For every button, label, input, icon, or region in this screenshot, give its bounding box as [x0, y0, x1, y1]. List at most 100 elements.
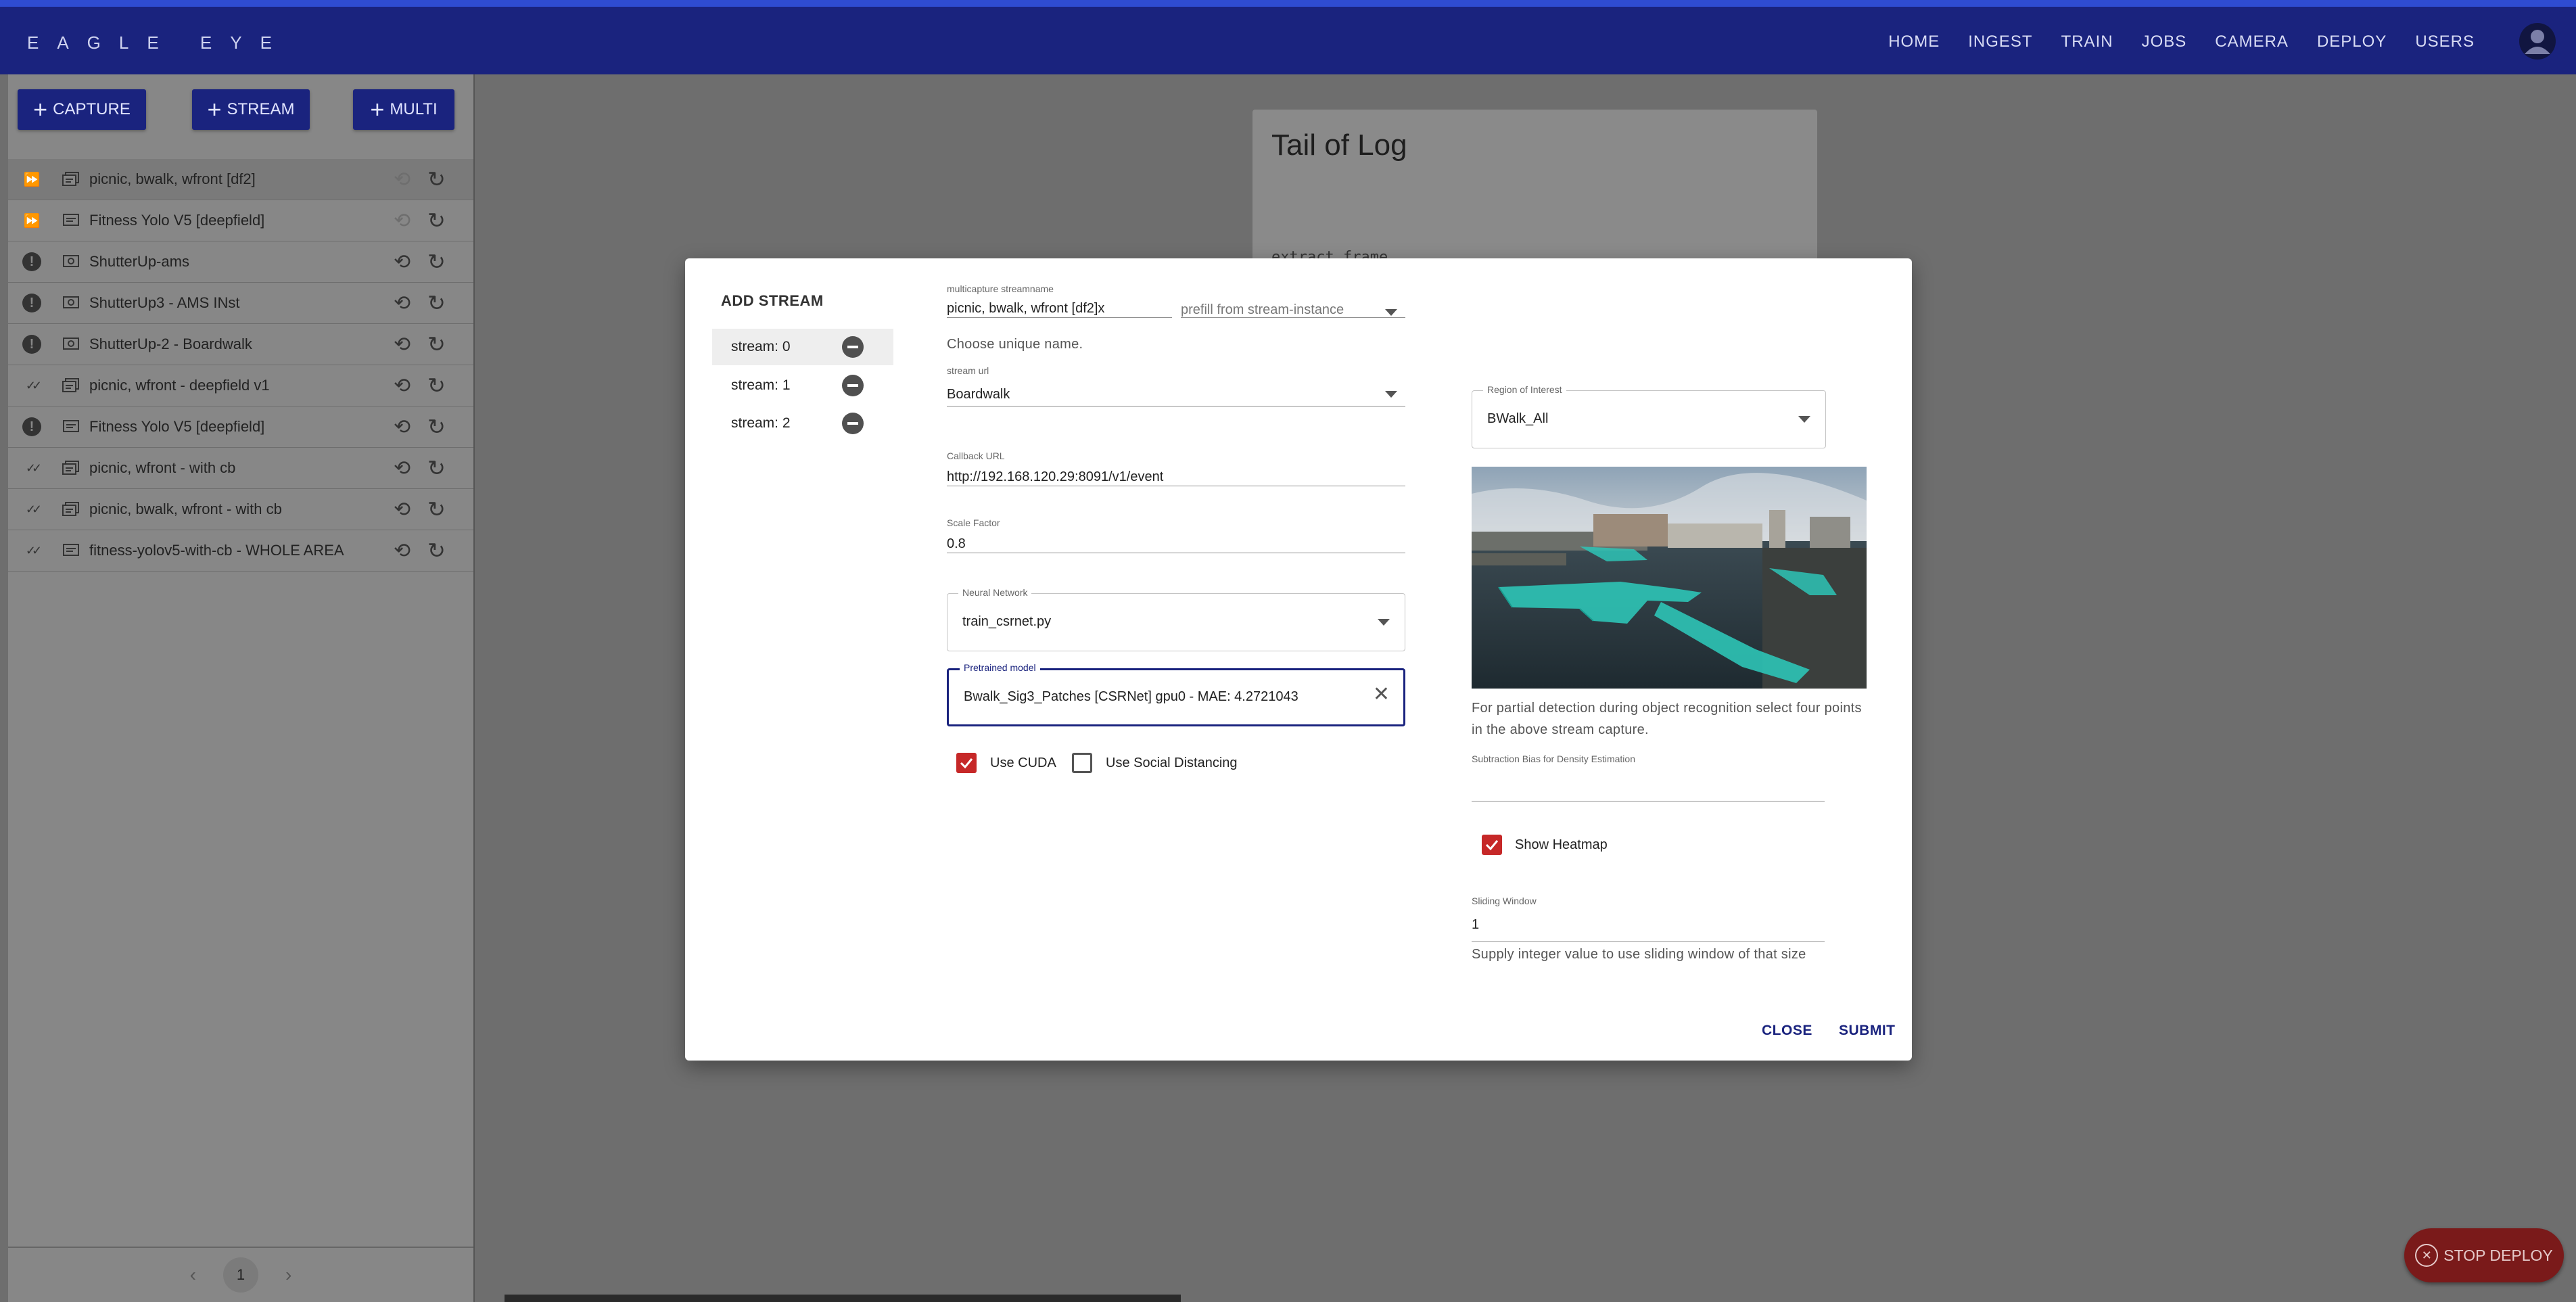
stream-capture-image[interactable]	[1472, 467, 1867, 689]
nav-home[interactable]: HOME	[1888, 32, 1940, 51]
stream-name: Fitness Yolo V5 [deepfield]	[89, 418, 265, 435]
stream-list-item[interactable]: ! Fitness Yolo V5 [deepfield] ⟲ ↻	[8, 406, 473, 448]
stream-list-item[interactable]: ✓✓ picnic, bwalk, wfront - with cb ⟲ ↻	[8, 489, 473, 530]
stream-list-item[interactable]: ! ShutterUp-ams ⟲ ↻	[8, 241, 473, 283]
sync-icon[interactable]: ⟲	[394, 250, 411, 274]
streamname-field[interactable]: multicapture streamname picnic, bwalk, w…	[947, 283, 1172, 318]
sync-icon[interactable]: ⟲	[394, 209, 411, 233]
page-number[interactable]: 1	[223, 1257, 258, 1293]
add-stream-button[interactable]: + STREAM	[192, 89, 310, 130]
refresh-icon[interactable]: ↻	[427, 373, 446, 398]
prefill-select[interactable]: prefill from stream-instance	[1181, 283, 1405, 318]
stream-list-item[interactable]: ✓✓ picnic, wfront - deepfield v1 ⟲ ↻	[8, 365, 473, 406]
multi-stream-icon	[62, 377, 81, 394]
stream-tab-label: stream: 1	[731, 377, 791, 393]
stream-list: ⏩ picnic, bwalk, wfront [df2] ⟲ ↻ ⏩ Fitness Y…	[8, 159, 473, 572]
sliding-window-field[interactable]: Sliding Window 1	[1472, 896, 1825, 942]
subtraction-bias-field[interactable]: Subtraction Bias for Density Estimation	[1472, 753, 1825, 801]
sync-icon[interactable]: ⟲	[394, 168, 411, 191]
stream-list-item[interactable]: ! ShutterUp-2 - Boardwalk ⟲ ↻	[8, 324, 473, 365]
clear-icon[interactable]: ✕	[1373, 682, 1390, 706]
sync-icon[interactable]: ⟲	[394, 374, 411, 398]
sync-icon[interactable]: ⟲	[394, 498, 411, 521]
stream-list-item[interactable]: ⏩ Fitness Yolo V5 [deepfield] ⟲ ↻	[8, 200, 473, 241]
sync-icon[interactable]: ⟲	[394, 333, 411, 356]
sync-icon[interactable]: ⟲	[394, 457, 411, 480]
plus-icon: +	[370, 95, 385, 123]
stream-tab-label: stream: 0	[731, 339, 791, 354]
next-page-icon[interactable]: ›	[285, 1264, 291, 1286]
add-stream-label: STREAM	[227, 100, 295, 118]
stream-url-value: Boardwalk	[947, 387, 1010, 402]
neural-network-value: train_csrnet.py	[962, 614, 1052, 629]
refresh-icon[interactable]: ↻	[427, 414, 446, 440]
nav-ingest[interactable]: INGEST	[1968, 32, 2032, 51]
stream-list-item[interactable]: ✓✓ picnic, wfront - with cb ⟲ ↻	[8, 448, 473, 489]
pretrained-model-field[interactable]: Pretrained model Bwalk_Sig3_Patches [CSR…	[947, 662, 1405, 726]
neural-network-select[interactable]: Neural Network train_csrnet.py	[947, 587, 1405, 651]
stream-name: picnic, wfront - deepfield v1	[89, 377, 270, 394]
scale-factor-field[interactable]: Scale Factor 0.8	[947, 517, 1405, 553]
callback-url-field[interactable]: Callback URL http://192.168.120.29:8091/…	[947, 450, 1405, 486]
nav-users[interactable]: USERS	[2415, 32, 2475, 51]
roi-value: BWalk_All	[1487, 411, 1549, 426]
show-heatmap-checkbox[interactable]	[1482, 835, 1502, 855]
remove-stream-icon[interactable]	[842, 336, 864, 358]
sync-icon[interactable]: ⟲	[394, 415, 411, 439]
stream-tab-2[interactable]: stream: 2	[712, 405, 893, 442]
log-card: Tail of Log extract frame	[1252, 110, 1817, 272]
nav-jobs[interactable]: JOBS	[2142, 32, 2187, 51]
video-preview-strip	[505, 1295, 1181, 1302]
app-logo: EAGLE EYE	[27, 32, 290, 53]
sliding-window-value: 1	[1472, 917, 1480, 932]
nav-train[interactable]: TRAIN	[2061, 32, 2113, 51]
done-all-icon: ✓✓	[25, 502, 42, 516]
sync-icon[interactable]: ⟲	[394, 292, 411, 315]
add-capture-label: CAPTURE	[53, 100, 131, 118]
dropdown-arrow-icon	[1385, 309, 1397, 316]
use-cuda-label: Use CUDA	[990, 755, 1056, 770]
refresh-icon[interactable]: ↻	[427, 166, 446, 192]
dropdown-arrow-icon	[1798, 416, 1810, 423]
sync-icon[interactable]: ⟲	[394, 539, 411, 563]
submit-button[interactable]: SUBMIT	[1839, 1023, 1896, 1039]
multi-stream-icon	[62, 171, 81, 187]
log-title: Tail of Log	[1271, 129, 1407, 162]
add-capture-button[interactable]: + CAPTURE	[18, 89, 146, 130]
stop-deploy-button[interactable]: ✕ STOP DEPLOY	[2404, 1228, 2564, 1282]
pretrained-model-label: Pretrained model	[960, 662, 1040, 673]
prev-page-icon[interactable]: ‹	[190, 1264, 196, 1286]
social-distancing-checkbox[interactable]	[1072, 753, 1092, 773]
add-multi-button[interactable]: + MULTI	[353, 89, 454, 130]
remove-stream-icon[interactable]	[842, 413, 864, 434]
stream-list-item[interactable]: ✓✓ fitness-yolov5-with-cb - WHOLE AREA ⟲ ↻	[8, 530, 473, 572]
error-icon: !	[22, 293, 42, 313]
stream-list-item[interactable]: ! ShutterUp3 - AMS INst ⟲ ↻	[8, 283, 473, 324]
nav-camera[interactable]: CAMERA	[2215, 32, 2289, 51]
stream-tab-0[interactable]: stream: 0	[712, 329, 893, 365]
close-button[interactable]: CLOSE	[1762, 1023, 1812, 1039]
stream-name: ShutterUp-2 - Boardwalk	[89, 335, 252, 352]
roi-label: Region of Interest	[1483, 384, 1566, 395]
stream-list-item[interactable]: ⏩ picnic, bwalk, wfront [df2] ⟲ ↻	[8, 159, 473, 200]
stream-list-panel: + CAPTURE + STREAM + MULTI ⏩ picnic, bwal…	[8, 74, 475, 1302]
remove-stream-icon[interactable]	[842, 375, 864, 396]
refresh-icon[interactable]: ↻	[427, 208, 446, 233]
refresh-icon[interactable]: ↻	[427, 249, 446, 275]
subtraction-bias-label: Subtraction Bias for Density Estimation	[1472, 753, 1635, 764]
roi-select[interactable]: Region of Interest BWalk_All	[1472, 384, 1826, 448]
stream-tab-1[interactable]: stream: 1	[712, 367, 893, 404]
stream-url-label: stream url	[947, 365, 989, 376]
refresh-icon[interactable]: ↻	[427, 455, 446, 481]
scale-factor-label: Scale Factor	[947, 517, 1000, 528]
refresh-icon[interactable]: ↻	[427, 538, 446, 563]
refresh-icon[interactable]: ↻	[427, 331, 446, 357]
use-cuda-checkbox[interactable]	[956, 753, 977, 773]
refresh-icon[interactable]: ↻	[427, 496, 446, 522]
refresh-icon[interactable]: ↻	[427, 290, 446, 316]
account-avatar-icon[interactable]	[2519, 23, 2556, 60]
nav-deploy[interactable]: DEPLOY	[2317, 32, 2387, 51]
stream-url-select[interactable]: stream url Boardwalk	[947, 365, 1405, 406]
error-indicator: !	[22, 252, 41, 271]
sliding-window-helper: Supply integer value to use sliding wind…	[1472, 947, 1806, 962]
